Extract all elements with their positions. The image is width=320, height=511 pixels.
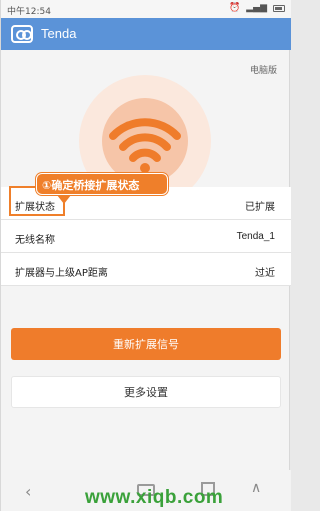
wifi-icon [109, 118, 181, 173]
callout-pointer [57, 195, 71, 204]
tenda-logo-icon [11, 25, 33, 43]
status-row-distance: 扩展器与上级AP距离 过近 [1, 253, 291, 286]
watermark: www.xiqb.com [85, 487, 224, 508]
row-label: 扩展器与上级AP距离 [15, 268, 108, 279]
desktop-version-link[interactable]: 电脑版 [250, 63, 277, 76]
alarm-icon: ⏰ [229, 3, 241, 13]
annotation-callout: ①确定桥接扩展状态 [36, 173, 168, 195]
status-row-ssid: 无线名称 Tenda_1 [1, 220, 291, 253]
back-icon[interactable]: ‹ [25, 482, 31, 501]
row-value: 过近 [255, 268, 275, 279]
app-header: Tenda [1, 18, 291, 50]
phone-screen: 中午12:54 ⏰ ▂▄▆ Tenda 电脑版 扩展状态 已扩展 无线名称 Te… [0, 0, 291, 511]
signal-icon: ▂▄▆ [246, 3, 267, 13]
status-bar: 中午12:54 ⏰ ▂▄▆ [1, 0, 291, 18]
reextend-signal-button[interactable]: 重新扩展信号 [11, 328, 281, 360]
row-value: 已扩展 [245, 202, 275, 213]
status-icons: ⏰ ▂▄▆ [229, 3, 285, 13]
battery-icon [273, 5, 285, 12]
up-icon[interactable]: ∧ [251, 480, 261, 496]
row-value: Tenda_1 [236, 231, 275, 242]
callout-text: ①确定桥接扩展状态 [42, 179, 140, 192]
row-label: 无线名称 [15, 235, 55, 246]
app-title: Tenda [41, 26, 77, 41]
more-settings-button[interactable]: 更多设置 [11, 376, 281, 408]
status-time: 中午12:54 [7, 7, 51, 17]
